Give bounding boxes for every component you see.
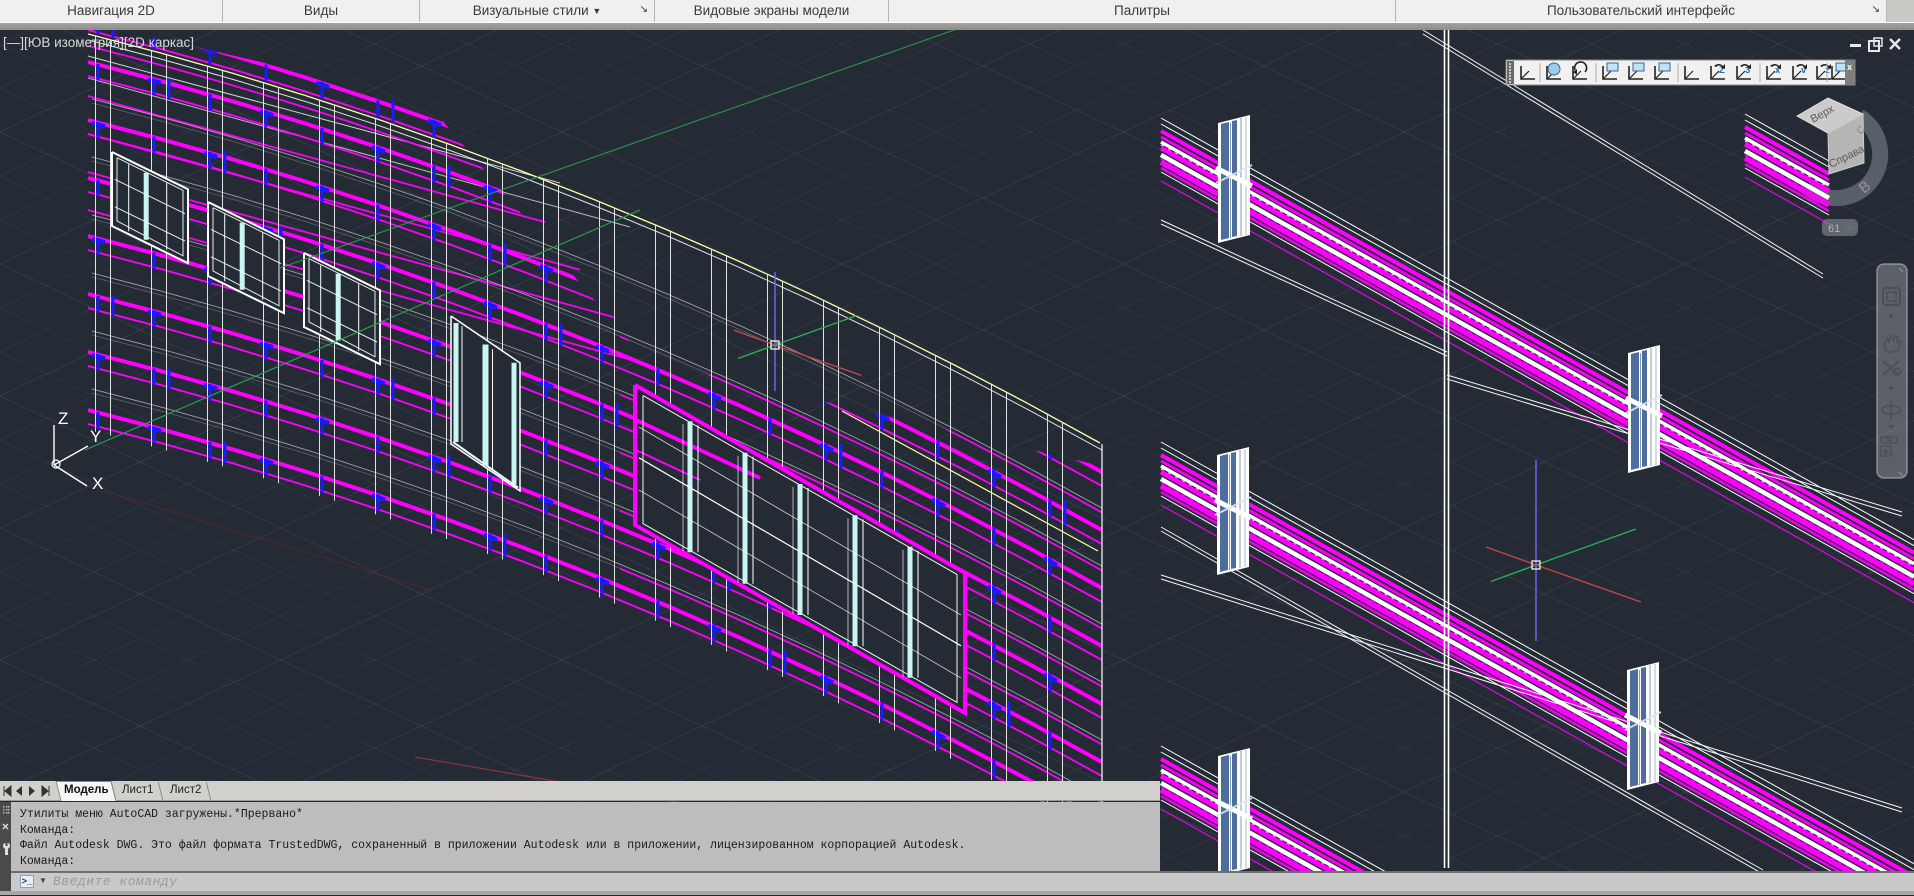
svg-text:61: 61	[1828, 223, 1840, 235]
svg-text:X: X	[92, 474, 103, 493]
svg-text:x: x	[1847, 62, 1852, 72]
svg-text:Z: Z	[58, 409, 68, 428]
svg-text:[—][ЮВ изометрия][2D каркас]: [—][ЮВ изометрия][2D каркас]	[3, 35, 194, 50]
svg-text:Y: Y	[90, 427, 101, 446]
